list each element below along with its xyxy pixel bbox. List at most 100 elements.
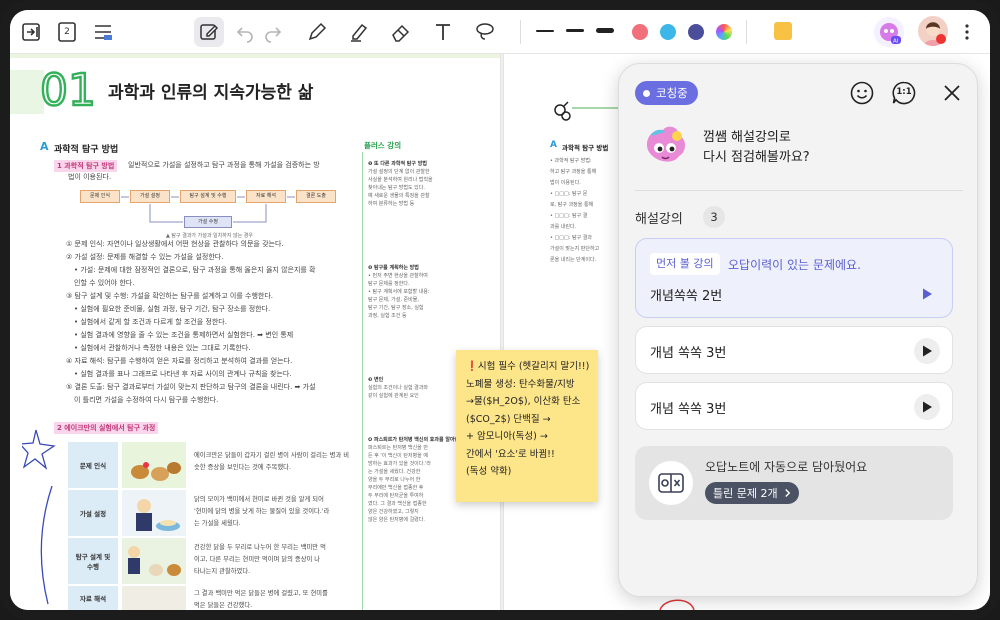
side-block: ❶ 또 다른 과학적 탐구 방법 가설 설정의 단계 없이 관찰한 사실을 분석… (368, 160, 433, 208)
wrong-problems-label: 틀린 문제 2개 (713, 487, 778, 500)
side-block-line: • 탐구 계획서에 포함할 내용: (368, 289, 430, 295)
line-width-medium[interactable] (566, 29, 584, 32)
row-text: 에이크만은 닭들이 갑자기 걸린 병이 사람이 걸리는 병과 비 슷한 증상을 … (194, 450, 349, 474)
wrong-note-banner: 오답노트에 자동으로 담아뒀어요 틀린 문제 2개 (635, 446, 953, 520)
fill-line: 론을 내리는 단계이다. (550, 257, 597, 263)
side-block-line: 무리에만 백신을 접종한 후 (368, 485, 424, 491)
line-width-thick[interactable] (596, 28, 614, 33)
chapter-number: 01 (10, 60, 97, 117)
recommended-note: 오답이력이 있는 문제에요. (728, 258, 861, 272)
recommended-tag: 먼저 볼 강의 (650, 253, 720, 275)
redo-icon[interactable] (260, 19, 286, 45)
flow-feedback: 가설 수정 (184, 216, 232, 228)
lasso-icon[interactable] (472, 19, 498, 45)
side-block-line: 는 가설을 세웠다. 건강한 (368, 469, 421, 475)
sticky-note-icon[interactable] (774, 22, 792, 40)
section-a-letter: A (550, 140, 557, 150)
one-on-one-label: 1:1 (896, 87, 912, 97)
text-icon[interactable] (430, 19, 456, 45)
row-text: 닭의 모이가 백미에서 현미로 바뀐 것을 알게 되어 '현미에 닭의 병을 낫… (194, 494, 329, 530)
undo-icon[interactable] (232, 19, 258, 45)
lecture-card[interactable]: 개념 쏙쏙 3번 (635, 326, 953, 374)
ai-tutor-icon[interactable]: AI (874, 17, 904, 47)
side-block-title: ❸ 변인 (368, 377, 384, 383)
illustration-chickens (122, 442, 186, 488)
item2-label: 2 에이크만의 실험에서 탐구 과정 (54, 422, 159, 434)
lectures-count: 3 (703, 206, 725, 228)
method-line: ② 가설 설정: 문제를 해결할 수 있는 가설을 설정한다. (66, 253, 224, 261)
edit-icon[interactable] (194, 17, 224, 47)
greeting-line: 껌쌤 해설강의로 (703, 130, 791, 145)
lecture-title: 개념 쏙쏙 3번 (650, 346, 727, 361)
side-block-line: 실험의 조건이나 실험 결과와 (368, 385, 428, 391)
play-icon[interactable] (914, 338, 940, 364)
fill-in-lines: • 과학적 탐구 방법: 하고 탐구 과정을 통해 법이 이용된다. • □□□… (550, 156, 599, 266)
lecture-title: 개념쏙쏙 2번 (650, 289, 723, 304)
page-number-icon[interactable]: 2 (54, 19, 80, 45)
highlighter-icon[interactable] (346, 19, 372, 45)
play-icon[interactable] (914, 394, 940, 420)
smile-icon[interactable] (849, 80, 875, 106)
one-on-one-chat-icon[interactable]: 1:1 (891, 80, 917, 106)
close-icon[interactable] (941, 82, 963, 104)
method-line: 인할 수 있어야 한다. (74, 279, 135, 287)
side-block-line: • 먼저 주변 현상을 관찰하여 (368, 273, 428, 279)
method-line: • 실험에서 같게 할 조건과 다르게 할 조건을 정한다. (74, 318, 227, 326)
side-block-line: 탐구 기간, 탐구 장소, 실험 (368, 305, 424, 311)
plus-lecture-heading: 플러스 강의 (364, 141, 402, 150)
method-line: ③ 탐구 설계 및 수행: 가설을 확인하는 탐구를 설계하고 이를 수행한다. (66, 292, 273, 300)
side-block-line: 사실을 분석하여 원리나 법칙을 (368, 177, 433, 183)
side-block-line: 양은 건강하였고, 그렇지 (368, 509, 419, 515)
color-red[interactable] (632, 24, 648, 40)
sticky-line: 노폐물 생성: 탄수화물/지방 (466, 378, 575, 390)
wrong-note-icon (649, 461, 693, 505)
sticky-note[interactable]: ❗시험 필수 (헷갈리지 말기!!) 노폐물 생성: 탄수화물/지방 →물($H… (456, 350, 598, 502)
method-line: • 실험에서 관찰하거나 측정한 내용은 있는 그대로 기록한다. (74, 344, 251, 352)
app-screen: 2 AI 01 과학과 인류의 지속가능한 삶 A 과학적 탐구 방법 1 과학… (10, 10, 990, 610)
more-options-icon[interactable] (954, 19, 980, 45)
eraser-icon[interactable] (388, 19, 414, 45)
play-icon[interactable] (914, 281, 940, 307)
row-text-line: 먹은 닭들은 건강했다. (194, 602, 253, 609)
side-block-line: 과정, 실험 조건 등 (368, 313, 407, 319)
svg-text:01: 01 (40, 65, 95, 114)
sticky-line: (독성 약화) (466, 466, 512, 477)
side-block-title: ❶ 또 다른 과학적 탐구 방법 (368, 161, 427, 167)
color-blue[interactable] (660, 24, 676, 40)
section-a-title: 과학적 탐구 방법 (54, 145, 119, 155)
lecture-title: 개념 쏙쏙 3번 (650, 402, 727, 417)
column-rule (362, 152, 363, 610)
fill-line: • □□□: 탐구 결과 (550, 235, 592, 241)
illustration-scientist (122, 490, 186, 536)
sticky-line: ❗시험 필수 (헷갈리지 말기!!) (466, 361, 590, 372)
list-menu-icon[interactable] (90, 19, 116, 45)
recommended-lecture-card[interactable]: 먼저 볼 강의 오답이력이 있는 문제에요. 개념쏙쏙 2번 (635, 238, 953, 318)
fill-line: • □□□: 탐구 문 (550, 191, 588, 197)
method-steps: ① 문제 인식: 자연이나 일상생활에서 어떤 현상을 관찰하다 의문을 갖는다… (66, 238, 316, 407)
wrong-problems-button[interactable]: 틀린 문제 2개 (705, 482, 799, 504)
exit-page-icon[interactable] (18, 19, 44, 45)
row-text-line: 그 결과 백미만 먹은 닭들은 병에 걸렸고, 또 현미를 (194, 590, 328, 597)
mascot-icon (639, 122, 689, 172)
row-text-line: 닭의 모이가 백미에서 현미로 바뀐 것을 알게 되어 (194, 496, 324, 503)
color-indigo[interactable] (688, 24, 704, 40)
side-block-line: 예 새로운 생물의 특징을 관찰 (368, 193, 430, 199)
lecture-card[interactable]: 개념 쏙쏙 3번 (635, 382, 953, 430)
line-width-thin[interactable] (536, 30, 554, 32)
fill-line: 법이 이용된다. (550, 180, 581, 186)
greeting-line: 다시 점검해볼까요? (703, 150, 810, 165)
status-dot-icon (643, 89, 650, 97)
row-text: 그 결과 백미만 먹은 닭들은 병에 걸렸고, 또 현미를 먹은 닭들은 건강했… (194, 588, 328, 610)
method-line: • 실험 결과를 표나 그래프로 나타낸 후 자료 사이의 관계나 규칙을 찾는… (74, 370, 292, 378)
side-block-title: ❹ 파스퇴르가 탄저병 백신의 효과를 알아낸 과정 (368, 437, 471, 443)
illustration-result (122, 586, 186, 610)
side-block-line: 든 후 '이 백신이 탄저병을 예 (368, 453, 428, 459)
side-block-line: 방하는 효과가 있을 것이다.'라 (368, 461, 431, 467)
wrong-note-text: 오답노트에 자동으로 담아뒀어요 (705, 460, 868, 474)
fill-line: 가설이 맞는지 판단하고 (550, 246, 600, 252)
svg-text:AI: AI (893, 39, 899, 45)
row-text-line: 는 가설을 세웠다. (194, 520, 241, 527)
color-picker-icon[interactable] (716, 24, 732, 40)
pen-icon[interactable] (304, 19, 330, 45)
chapter-title: 과학과 인류의 지속가능한 삶 (108, 83, 314, 103)
